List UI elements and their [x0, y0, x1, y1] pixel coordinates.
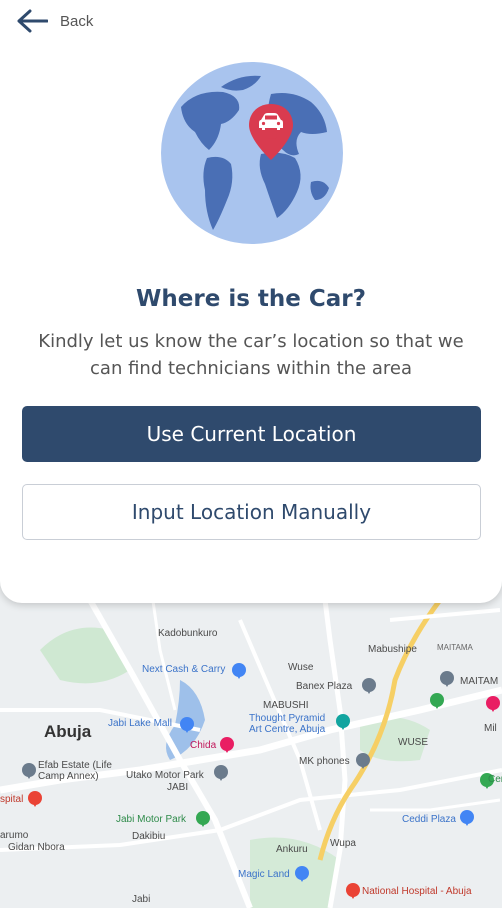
- map-label-utako: Utako Motor Park: [126, 770, 204, 781]
- map-label-abuja: Abuja: [44, 722, 92, 741]
- map-pin-icon[interactable]: [22, 763, 36, 779]
- map-label-ceddi: Ceddi Plaza: [402, 814, 456, 825]
- map-label-ankuru: Ankuru: [276, 844, 308, 855]
- page-subtitle: Kindly let us know the car’s location so…: [38, 331, 464, 379]
- map-label-maitama: MAITAMA: [437, 643, 473, 652]
- hospital-pin-icon[interactable]: [346, 883, 360, 899]
- map-pin-icon[interactable]: [356, 753, 370, 769]
- map-label-cen: Cen: [488, 774, 502, 785]
- map-pin-icon[interactable]: [486, 696, 500, 712]
- map-view[interactable]: Kadobunkuro Mabushipe MAITAMA MAITAM Nex…: [0, 560, 502, 908]
- map-label-mabushi: MABUSHI: [263, 700, 309, 711]
- shopping-pin-icon[interactable]: [460, 810, 474, 826]
- arrow-left-icon: [17, 9, 48, 33]
- map-label-jabi-motor: Jabi Motor Park: [116, 814, 187, 825]
- map-label-jabi-lake: Jabi Lake Mall: [108, 718, 172, 729]
- map-label-wupa: Wupa: [330, 838, 356, 849]
- map-label-maitama-2: MAITAM: [460, 676, 499, 687]
- shopping-pin-icon[interactable]: [232, 663, 246, 679]
- map-label-banex: Banex Plaza: [296, 681, 353, 692]
- shopping-pin-icon[interactable]: [180, 717, 194, 733]
- map-label-mabushipe: Mabushipe: [368, 644, 417, 655]
- map-label-jabi-bottom: Jabi: [132, 894, 151, 905]
- attraction-pin-icon[interactable]: [295, 866, 309, 882]
- map-pin-icon[interactable]: [430, 693, 444, 709]
- map-label-wuse: Wuse: [288, 662, 314, 673]
- map-pin-icon[interactable]: [214, 765, 228, 781]
- map-label-thought-pyramid: Thought Pyramid Art Centre, Abuja: [249, 713, 326, 735]
- map-label-efab: Efab Estate (Life Camp Annex): [38, 760, 112, 782]
- map-pin-icon[interactable]: [362, 678, 376, 694]
- map-label-arumo: arumo: [0, 830, 29, 841]
- map-label-dakibiu: Dakibiu: [132, 831, 166, 842]
- map-label-jabi-caps: JABI: [167, 782, 189, 793]
- back-button[interactable]: Back: [16, 8, 93, 34]
- map-label-national-hospital: National Hospital - Abuja: [362, 886, 472, 897]
- page-title: Where is the Car?: [136, 286, 366, 312]
- map-label-kadobunkuro: Kadobunkuro: [158, 628, 218, 639]
- map-label-mk-phones: MK phones: [299, 756, 350, 767]
- map-label-next-cash: Next Cash & Carry: [142, 664, 226, 675]
- park-pin-icon[interactable]: [196, 811, 210, 827]
- map-label-hospital-left: spital: [0, 794, 24, 805]
- map-label-magic-land: Magic Land: [238, 869, 290, 880]
- location-prompt-card: Back Where is the Car? Kindly let us kno…: [0, 0, 502, 603]
- map-pin-icon[interactable]: [440, 671, 454, 687]
- hospital-pin-icon[interactable]: [28, 791, 42, 807]
- use-current-location-button[interactable]: Use Current Location: [22, 406, 481, 462]
- input-location-manually-button[interactable]: Input Location Manually: [22, 484, 481, 540]
- map-label-mil: Mil: [484, 723, 497, 734]
- globe-location-icon: [161, 62, 343, 244]
- map-label-chida: Chida: [190, 740, 217, 751]
- art-pin-icon[interactable]: [336, 714, 350, 730]
- map-label-gidan: Gidan Nbora: [8, 842, 65, 853]
- map-label-wuse-caps: WUSE: [398, 737, 428, 748]
- back-label: Back: [60, 12, 94, 30]
- hotel-pin-icon[interactable]: [220, 737, 234, 753]
